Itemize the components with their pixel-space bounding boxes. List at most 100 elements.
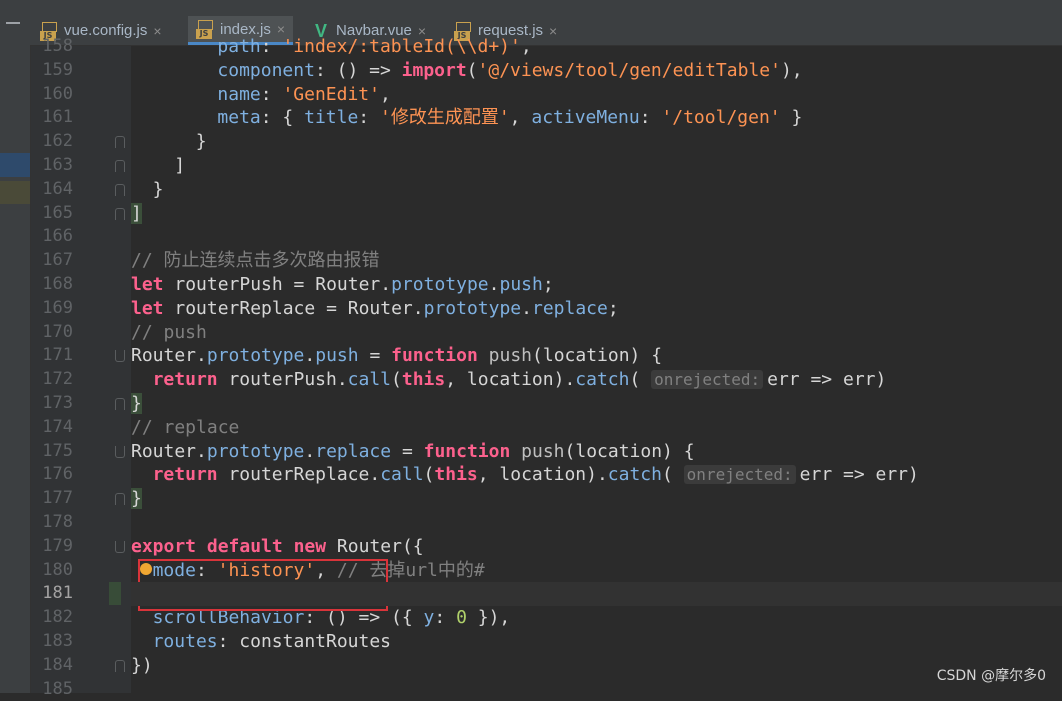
line-number[interactable]: 161 xyxy=(31,106,73,130)
line-number[interactable]: 185 xyxy=(31,678,73,701)
line-number[interactable]: 168 xyxy=(31,273,73,297)
code-line[interactable]: name: 'GenEdit', xyxy=(131,83,1062,107)
line-number[interactable]: 174 xyxy=(31,416,73,440)
code-line[interactable]: Router.prototype.push = function push(lo… xyxy=(131,344,1062,368)
code-line[interactable]: // 防止连续点击多次路由报错 xyxy=(131,249,1062,273)
code-token: 'index/:tableId(\\d+)' xyxy=(282,36,521,57)
line-number[interactable]: 172 xyxy=(31,368,73,392)
code-token: : xyxy=(260,36,283,57)
code-line[interactable]: meta: { title: '修改生成配置', activeMenu: '/t… xyxy=(131,106,1062,130)
fold-marker-icon[interactable] xyxy=(115,183,125,196)
code-line[interactable]: // replace xyxy=(131,416,1062,440)
code-line[interactable]: } xyxy=(131,487,1062,511)
intention-bulb-icon[interactable] xyxy=(140,562,152,575)
line-number[interactable]: 160 xyxy=(31,83,73,107)
line-number[interactable]: 178 xyxy=(31,511,73,535)
line-number[interactable]: 173 xyxy=(31,392,73,416)
line-number[interactable]: 181 xyxy=(31,582,73,606)
code-line[interactable]: }) xyxy=(131,654,1062,678)
code-line[interactable]: component: () => import('@/views/tool/ge… xyxy=(131,59,1062,83)
fold-marker-icon[interactable] xyxy=(115,160,125,172)
line-number[interactable]: 164 xyxy=(31,178,73,202)
code-line[interactable]: } xyxy=(131,392,1062,416)
code-line[interactable] xyxy=(131,678,1062,701)
line-number[interactable]: 171 xyxy=(31,344,73,368)
code-line[interactable]: // push xyxy=(131,321,1062,345)
code-token: : { xyxy=(260,107,305,129)
line-number[interactable]: 165 xyxy=(31,202,73,226)
code-line[interactable]: } xyxy=(131,178,1062,202)
fold-marker-icon[interactable] xyxy=(115,350,125,363)
line-number[interactable]: 158 xyxy=(31,35,73,59)
line-number[interactable]: 180 xyxy=(31,559,73,583)
code-token: catch xyxy=(575,369,630,391)
code-token: y xyxy=(423,607,435,629)
watermark: CSDN @摩尔多0 xyxy=(936,668,1046,684)
code-token: } xyxy=(195,131,207,153)
collapse-icon[interactable] xyxy=(6,22,20,24)
code-token: } xyxy=(780,107,803,129)
code-line[interactable]: return routerReplace.call(this, location… xyxy=(131,463,1062,487)
code-line[interactable]: let routerReplace = Router.prototype.rep… xyxy=(131,297,1062,321)
code-token: name xyxy=(217,83,261,105)
code-line[interactable]: routes: constantRoutes xyxy=(131,630,1062,654)
line-number[interactable]: 167 xyxy=(31,249,73,273)
fold-marker-icon[interactable] xyxy=(115,398,125,410)
line-number[interactable]: 184 xyxy=(31,654,73,678)
fold-marker-icon[interactable] xyxy=(115,493,125,506)
code-token: push xyxy=(477,345,533,367)
code-token: push xyxy=(315,345,359,367)
code-line[interactable]: } xyxy=(131,130,1062,154)
code-token: prototype xyxy=(206,440,305,462)
code-token: ] xyxy=(131,202,142,224)
code-token: return xyxy=(152,369,218,391)
line-number[interactable]: 183 xyxy=(31,630,73,654)
fold-marker-icon[interactable] xyxy=(115,445,125,458)
code-token: : xyxy=(434,607,457,629)
line-number[interactable]: 179 xyxy=(31,535,73,559)
code-token: 0 xyxy=(456,607,467,629)
fold-marker-icon[interactable] xyxy=(115,540,125,553)
code-token: } xyxy=(131,488,142,510)
warning-marker xyxy=(0,181,30,204)
code-line[interactable]: ] xyxy=(131,202,1062,226)
fold-marker-icon[interactable] xyxy=(115,207,125,220)
code-line[interactable]: path: 'index/:tableId(\\d+)', xyxy=(131,35,1062,59)
parameter-hint: onrejected: xyxy=(683,465,796,485)
fold-marker-icon[interactable] xyxy=(115,136,125,149)
fold-marker-icon[interactable] xyxy=(115,659,125,672)
code-line[interactable] xyxy=(131,511,1062,535)
code-token: ( xyxy=(466,59,478,81)
line-number[interactable]: 159 xyxy=(31,59,73,83)
code-line[interactable] xyxy=(131,225,1062,249)
code-token: call xyxy=(347,369,392,391)
line-number[interactable]: 162 xyxy=(31,130,73,154)
caret-line-highlight xyxy=(131,582,1062,607)
code-token: let xyxy=(131,297,164,319)
code-token: '/tool/gen' xyxy=(661,107,781,129)
code-token: prototype xyxy=(391,274,489,295)
line-number[interactable]: 169 xyxy=(31,297,73,321)
code-token: ), xyxy=(780,59,803,81)
code-token: 'GenEdit' xyxy=(282,83,380,105)
line-number[interactable]: 177 xyxy=(31,487,73,511)
code-token: this xyxy=(401,369,446,391)
line-number[interactable]: 166 xyxy=(31,225,73,249)
code-token: return xyxy=(152,464,218,486)
line-number[interactable]: 182 xyxy=(31,606,73,630)
line-number[interactable]: 176 xyxy=(31,463,73,487)
code-line[interactable]: export default new Router({ xyxy=(131,535,1062,559)
line-number[interactable]: 175 xyxy=(31,440,73,464)
code-token: . xyxy=(304,440,316,462)
code-line[interactable]: Router.prototype.replace = function push… xyxy=(131,440,1062,464)
code-token: function xyxy=(423,440,511,462)
code-line[interactable]: let routerPush = Router.prototype.push; xyxy=(131,273,1062,297)
code-line[interactable]: ] xyxy=(131,154,1062,178)
code-token: prototype xyxy=(206,345,305,367)
code-token: , xyxy=(520,36,532,57)
code-line[interactable]: return routerPush.call(this, location).c… xyxy=(131,368,1062,392)
line-number[interactable]: 163 xyxy=(31,154,73,178)
code-token: // push xyxy=(131,321,207,343)
line-number[interactable]: 170 xyxy=(31,321,73,345)
